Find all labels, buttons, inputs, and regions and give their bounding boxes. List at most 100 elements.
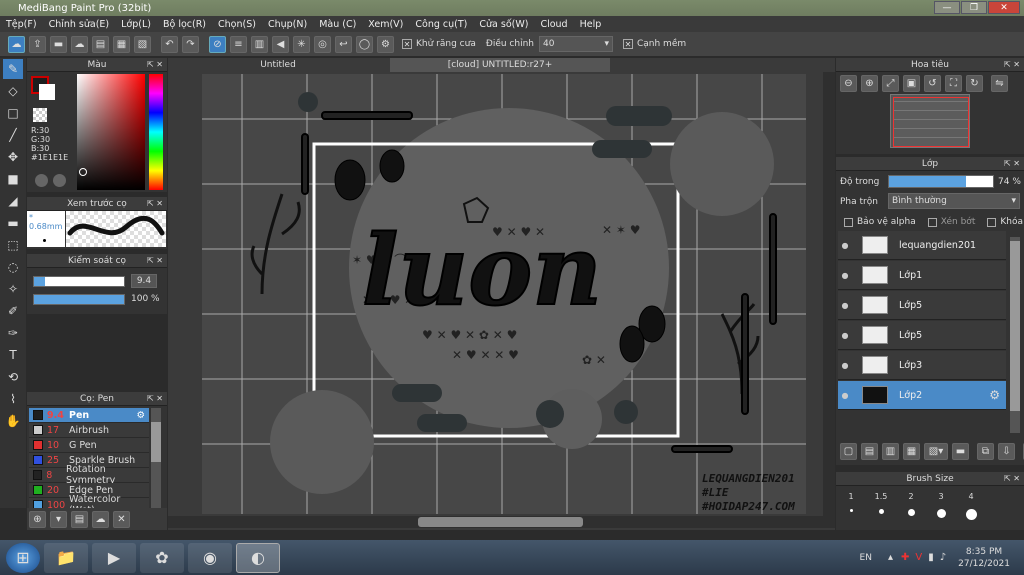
fit-window-icon[interactable]: ⤢ [882,75,899,92]
actual-size-icon[interactable]: ▣ [903,75,920,92]
close-button[interactable]: ✕ [988,1,1020,14]
media-player-icon[interactable]: ▶ [92,542,136,573]
layer-menu-icon[interactable]: ▧▾ [924,443,948,460]
rotate-left-icon[interactable]: ↺ [924,75,941,92]
zoom-out-icon[interactable]: ⊖ [840,75,857,92]
layer-scrollbar[interactable] [1010,237,1020,433]
zoom-in-icon[interactable]: ⊕ [861,75,878,92]
grid-icon[interactable]: ▦ [113,35,130,53]
layer-scroll-thumb[interactable] [1010,241,1020,411]
volume-icon[interactable]: ♪ [940,552,946,563]
upload-icon[interactable]: ⇪ [29,35,46,53]
eraser-tool-icon[interactable]: ◇ [3,81,23,101]
menu-item[interactable]: Chỉnh sửa(E) [49,19,110,30]
eyedropper-icon[interactable]: ⌇ [3,389,23,409]
menu-item[interactable]: Xem(V) [368,19,403,30]
brush-size-option[interactable]: 1.5 [866,492,896,520]
select-tool-icon[interactable]: ⬚ [3,235,23,255]
brush-list-item[interactable]: 9.4 Pen ⚙ [29,408,149,423]
page-icon[interactable]: ▤ [92,35,109,53]
tab-cloud-untitled[interactable]: [cloud] UNTITLED:r27+ [390,58,610,72]
hand-tool-icon[interactable]: ✋ [3,411,23,431]
tray-v-icon[interactable]: V [915,552,922,563]
drawing-canvas[interactable]: ✶ ♥ ✕ ⌒ ✕ ✿ ♥ ✕ ✕ ✶ ♥ ♥ ✕ ♥ ✕ ✿ ✕ ♥ ✕ ♥ ✕ ✕ … [202,74,806,514]
move-tool-icon[interactable]: ✥ [3,147,23,167]
brush-size-slider[interactable] [33,276,125,287]
panel-pin-icon[interactable]: ⇱ ✕ [1004,58,1020,72]
protect-alpha-checkbox[interactable] [844,217,853,227]
tab-untitled[interactable]: Untitled [168,58,388,72]
layer-row[interactable]: ● Lớp1 [838,261,1006,290]
ellipse-snap-icon[interactable]: ◯ [356,35,373,53]
canvas-area[interactable]: Untitled [cloud] UNTITLED:r27+ ✶ ♥ ✕ ⌒ ✕ … [168,58,835,530]
layer-row[interactable]: ● Lớp5 [838,291,1006,320]
divide-tool-icon[interactable]: ⟲ [3,367,23,387]
minimize-button[interactable]: — [934,1,960,14]
snap-off-icon[interactable]: ⊘ [209,35,226,53]
visibility-eye-icon[interactable]: ● [838,271,852,280]
hue-slider[interactable] [149,74,163,190]
menu-item[interactable]: Tệp(F) [6,19,37,30]
lasso-tool-icon[interactable]: ◌ [3,257,23,277]
merge-layer-icon[interactable]: ⇩ [998,443,1015,460]
color-palette-icon[interactable] [35,174,48,187]
layer-opacity-slider[interactable] [888,175,994,188]
brush-tool-icon[interactable]: ✎ [3,59,23,79]
image-icon[interactable]: ▧ [134,35,151,53]
picker-cursor[interactable] [79,168,87,176]
h-scroll-thumb[interactable] [418,517,583,527]
panel-pin-icon[interactable]: ⇱ ✕ [147,392,163,406]
network-icon[interactable]: ▮ [928,552,934,563]
settings-icon[interactable]: ⚙ [377,35,394,53]
brush-list-scrollbar[interactable] [151,408,161,508]
navigator-thumbnail[interactable] [890,94,970,148]
new-8bit-layer-icon[interactable]: ▥ [882,443,899,460]
panel-pin-icon[interactable]: ⇱ ✕ [147,58,163,72]
color-wheel-icon[interactable] [53,174,66,187]
transparent-swatch[interactable] [33,108,47,122]
vanishing-snap-icon[interactable]: ◀ [272,35,289,53]
flip-icon[interactable]: ⇋ [991,75,1008,92]
brush-size-value[interactable]: 9.4 [131,274,157,288]
cloud-save-icon[interactable]: ☁ [71,35,88,53]
panel-pin-icon[interactable]: ⇱ ✕ [1004,157,1020,171]
menu-item[interactable]: Cloud [540,19,567,30]
vertical-scrollbar[interactable] [823,72,835,516]
layer-row[interactable]: ● Lớp2 ⚙ [838,381,1006,410]
bucket-tool-icon[interactable]: ◢ [3,191,23,211]
brush-list-item[interactable]: 17 Airbrush [29,423,149,438]
redo-icon[interactable]: ↷ [182,35,199,53]
horizontal-scrollbar[interactable] [168,516,835,528]
gradient-tool-icon[interactable]: ▬ [3,213,23,233]
tray-antivirus-icon[interactable]: ✚ [901,552,909,563]
brush-size-option[interactable]: 1 [836,492,866,520]
clock[interactable]: 8:35 PM 27/12/2021 [958,546,1010,570]
menu-item[interactable]: Chụp(N) [268,19,307,30]
visibility-eye-icon[interactable]: ● [838,331,852,340]
app-icon[interactable]: ✿ [140,542,184,573]
delete-brush-icon[interactable]: ✕ [113,510,130,528]
panel-pin-icon[interactable]: ⇱ ✕ [147,254,163,268]
edge-checkbox[interactable]: ✕ [622,39,633,49]
layer-row[interactable]: ● lequangdien201 [838,231,1006,260]
curve-snap-icon[interactable]: ↩ [335,35,352,53]
magic-wand-icon[interactable]: ✧ [3,279,23,299]
panel-pin-icon[interactable]: ⇱ ✕ [147,197,163,211]
visibility-eye-icon[interactable]: ● [838,361,852,370]
visibility-eye-icon[interactable]: ● [838,391,852,400]
brush-size-option[interactable]: 3 [926,492,956,520]
line-tool-icon[interactable]: ╱ [3,125,23,145]
blend-select[interactable]: Bình thường ▾ [888,193,1020,209]
antialias-checkbox[interactable]: ✕ [402,39,412,49]
layer-row[interactable]: ● Lớp3 [838,351,1006,380]
select-pen-icon[interactable]: ✐ [3,301,23,321]
lock-checkbox[interactable] [987,217,997,227]
chrome-icon[interactable]: ◉ [188,542,232,573]
brush-size-option[interactable]: 4 [956,492,986,520]
text-tool-icon[interactable]: T [3,345,23,365]
scroll-thumb[interactable] [151,422,161,462]
select-eraser-icon[interactable]: ✑ [3,323,23,343]
layer-row[interactable]: ● Lớp5 [838,321,1006,350]
fill-rect-tool-icon[interactable]: ■ [3,169,23,189]
brush-cloud-icon[interactable]: ☁ [92,510,109,528]
